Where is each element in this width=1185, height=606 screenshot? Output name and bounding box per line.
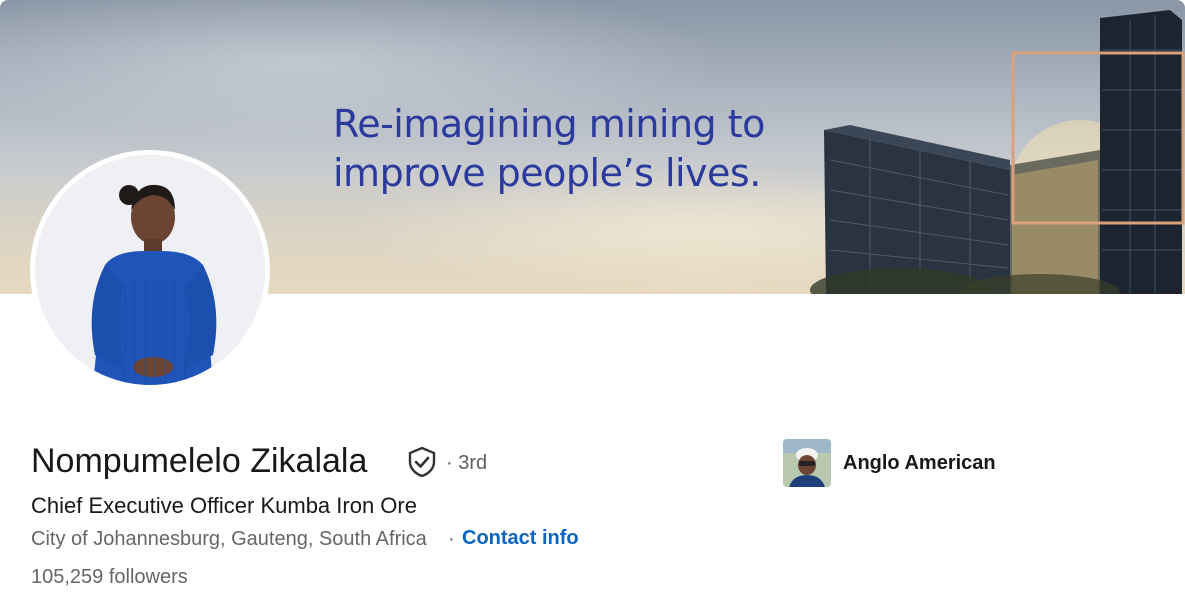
avatar[interactable] (35, 155, 265, 385)
profile-location: City of Johannesburg, Gauteng, South Afr… (31, 528, 427, 550)
company-name: Anglo American (843, 451, 996, 474)
company-logo (783, 439, 831, 487)
contact-info-link[interactable]: Contact info (462, 527, 579, 550)
profile-headline: Chief Executive Officer Kumba Iron Ore (31, 493, 417, 518)
tagline-line-2: improve people’s lives. (333, 151, 761, 195)
profile-name: Nompumelelo Zikalala (31, 442, 368, 480)
company-logo-photo-icon (783, 439, 831, 487)
followers-count[interactable]: 105,259 followers (31, 566, 188, 589)
connection-degree: · 3rd (446, 452, 488, 474)
current-company-link[interactable]: Anglo American (783, 439, 996, 487)
shield-check-icon[interactable] (407, 446, 437, 478)
separator-dot: · (448, 528, 455, 550)
tagline-line-1: Re-imagining mining to (333, 102, 765, 146)
avatar-portrait-icon (35, 155, 265, 385)
banner-tagline: Re-imagining mining to improve people’s … (333, 100, 765, 198)
profile-card: Re-imagining mining to improve people’s … (0, 0, 1185, 606)
